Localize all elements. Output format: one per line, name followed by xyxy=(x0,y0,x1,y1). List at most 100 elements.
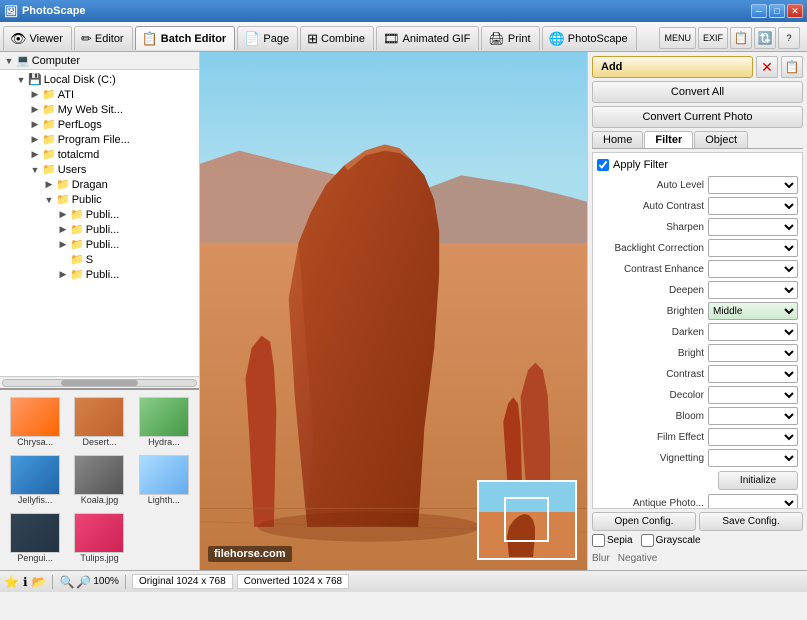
initialize-button[interactable]: Initialize xyxy=(718,471,798,490)
filter-label-auto-level: Auto Level xyxy=(597,180,708,191)
filter-darken: Darken xyxy=(597,322,798,342)
zoom-in-icon[interactable]: 🔎 xyxy=(76,575,91,589)
mini-preview-box xyxy=(504,497,549,542)
tab-editor[interactable]: ✏ Editor xyxy=(74,26,133,50)
grayscale-checkbox[interactable] xyxy=(641,534,654,547)
convert-current-button[interactable]: Convert Current Photo xyxy=(592,106,803,128)
filter-select-auto-level[interactable] xyxy=(708,176,798,194)
help-button[interactable]: ? xyxy=(778,27,800,49)
tab-home[interactable]: Home xyxy=(592,131,643,148)
filter-select-sharpen[interactable] xyxy=(708,218,798,236)
filter-select-decolor[interactable] xyxy=(708,386,798,404)
tree-node-publi3[interactable]: ▶ 📁 Publi... xyxy=(2,237,197,252)
thumb-light[interactable]: Lighth... xyxy=(133,452,195,508)
open-config-button[interactable]: Open Config. xyxy=(592,512,696,531)
convert-all-button[interactable]: Convert All xyxy=(592,81,803,103)
menu-button[interactable]: MENU xyxy=(659,27,696,49)
filter-select-brighten[interactable]: Middle Low High xyxy=(708,302,798,320)
delete-button[interactable]: ✕ xyxy=(756,56,778,78)
refresh-button[interactable]: 🔃 xyxy=(754,27,776,49)
editor-icon: ✏ xyxy=(81,31,92,47)
filter-select-darken[interactable] xyxy=(708,323,798,341)
thumb-img-hydra xyxy=(139,397,189,437)
title-controls: ─ □ ✕ xyxy=(751,4,803,18)
tab-animated-gif[interactable]: 🎞 Animated GIF xyxy=(376,26,479,50)
add-button[interactable]: Add xyxy=(592,56,753,78)
filter-select-backlight[interactable] xyxy=(708,239,798,257)
tree-node-computer[interactable]: ▼ 💻 Computer xyxy=(2,53,197,68)
tab-photoscape[interactable]: 🌐 PhotoScape xyxy=(542,26,637,50)
filter-contrast-enhance: Contrast Enhance xyxy=(597,259,798,279)
copy-button[interactable]: 📋 xyxy=(730,27,752,49)
filter-vignetting: Vignetting xyxy=(597,448,798,468)
exif-button[interactable]: EXIF xyxy=(698,27,728,49)
tab-page[interactable]: 📄 Page xyxy=(237,26,298,50)
filter-label-bloom: Bloom xyxy=(597,411,708,422)
tree-node-totalcmd[interactable]: ▶ 📁 totalcmd xyxy=(2,147,197,162)
sepia-checkbox[interactable] xyxy=(592,534,605,547)
tab-filter[interactable]: Filter xyxy=(644,131,693,148)
thumb-tulips[interactable]: Tulips.jpg xyxy=(68,510,130,566)
tab-batch-editor[interactable]: 📋 Batch Editor xyxy=(135,26,236,50)
filter-antique: Antique Photo... xyxy=(597,493,798,509)
filter-film-effect: Film Effect xyxy=(597,427,798,447)
thumb-chrysa[interactable]: Chrysa... xyxy=(4,394,66,450)
apply-filter-checkbox[interactable] xyxy=(597,159,609,171)
tab-object[interactable]: Object xyxy=(694,131,748,148)
title-bar: 🖼 PhotoScape ─ □ ✕ xyxy=(0,0,807,22)
tree-node-perflogs[interactable]: ▶ 📁 PerfLogs xyxy=(2,117,197,132)
blur-label: Blur xyxy=(592,553,610,564)
folder-icon: 📁 xyxy=(42,133,56,146)
tree-node-public[interactable]: ▼ 📁 Public xyxy=(2,192,197,207)
thumb-desert[interactable]: Desert... xyxy=(68,394,130,450)
filter-bloom: Bloom xyxy=(597,406,798,426)
maximize-button[interactable]: □ xyxy=(769,4,785,18)
close-button[interactable]: ✕ xyxy=(787,4,803,18)
page-icon: 📄 xyxy=(244,31,260,47)
tree-node-ati[interactable]: ▶ 📁 ATI xyxy=(2,87,197,102)
tree-node-publi4[interactable]: ▶ 📁 Publi... xyxy=(2,267,197,282)
filter-select-auto-contrast[interactable] xyxy=(708,197,798,215)
file-list-area[interactable]: ▼ 💾 Local Disk (C:) ▶ 📁 ATI ▶ 📁 My Web S… xyxy=(0,70,199,376)
filter-select-bright[interactable] xyxy=(708,344,798,362)
tree-node-s[interactable]: 📁 S xyxy=(2,252,197,267)
filter-select-contrast-enhance[interactable] xyxy=(708,260,798,278)
filter-select-bloom[interactable] xyxy=(708,407,798,425)
tab-combine[interactable]: ⊞ Combine xyxy=(300,26,374,50)
gif-icon: 🎞 xyxy=(383,31,400,47)
config-buttons: Open Config. Save Config. xyxy=(592,512,803,531)
filter-select-vignetting[interactable] xyxy=(708,449,798,467)
filter-select-film-effect[interactable] xyxy=(708,428,798,446)
filter-label-decolor: Decolor xyxy=(597,390,708,401)
tree-node-dragan[interactable]: ▶ 📁 Dragan xyxy=(2,177,197,192)
tab-viewer[interactable]: 👁 Viewer xyxy=(3,26,72,50)
tree-node-publi1[interactable]: ▶ 📁 Publi... xyxy=(2,207,197,222)
tree-node-program[interactable]: ▶ 📁 Program File... xyxy=(2,132,197,147)
computer-icon: 💻 xyxy=(16,54,30,67)
minimize-button[interactable]: ─ xyxy=(751,4,767,18)
filter-select-contrast[interactable] xyxy=(708,365,798,383)
zoom-out-icon[interactable]: 🔍 xyxy=(59,575,74,589)
tab-print[interactable]: 🖨 Print xyxy=(481,26,539,50)
thumb-jelly[interactable]: Jellyfis... xyxy=(4,452,66,508)
filter-backlight: Backlight Correction xyxy=(597,238,798,258)
tree-node-localdisk[interactable]: ▼ 💾 Local Disk (C:) xyxy=(2,72,197,87)
filter-deepen: Deepen xyxy=(597,280,798,300)
app-icon: 🖼 xyxy=(4,5,18,18)
folder-icon: 📁 xyxy=(56,178,70,191)
thumb-koala[interactable]: Koala.jpg xyxy=(68,452,130,508)
info-icon[interactable]: ℹ xyxy=(23,575,28,589)
watermark: filehorse.com xyxy=(208,546,292,562)
tree-node-publi2[interactable]: ▶ 📁 Publi... xyxy=(2,222,197,237)
thumb-hydra[interactable]: Hydra... xyxy=(133,394,195,450)
copy-files-button[interactable]: 📋 xyxy=(781,56,803,78)
filter-select-antique[interactable] xyxy=(708,494,798,509)
thumb-penguin[interactable]: Pengui... xyxy=(4,510,66,566)
filter-select-deepen[interactable] xyxy=(708,281,798,299)
tree-node-myweb[interactable]: ▶ 📁 My Web Sit... xyxy=(2,102,197,117)
folder-icon: 📁 xyxy=(42,88,56,101)
tree-node-users[interactable]: ▼ 📁 Users xyxy=(2,162,197,177)
folder-open-icon[interactable]: 📂 xyxy=(32,575,47,589)
save-config-button[interactable]: Save Config. xyxy=(699,512,803,531)
star-icon[interactable]: ⭐ xyxy=(4,575,19,589)
